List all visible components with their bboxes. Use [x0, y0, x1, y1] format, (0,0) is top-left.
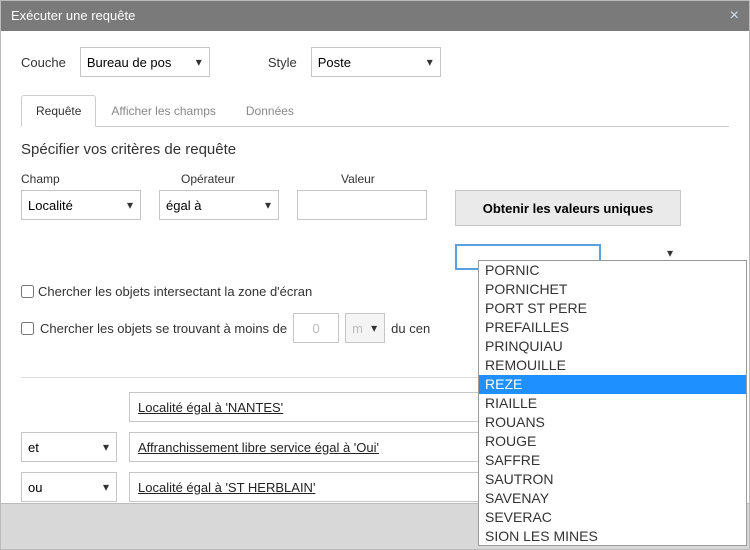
- field-row: Localité égal à Obtenir les valeurs uniq…: [21, 190, 729, 270]
- listbox-item[interactable]: SAVENAY: [479, 489, 746, 508]
- dialog-title: Exécuter une requête: [11, 1, 135, 31]
- tab-fields[interactable]: Afficher les champs: [96, 95, 231, 127]
- value-input[interactable]: [297, 190, 427, 220]
- listbox-item[interactable]: PORT ST PERE: [479, 299, 746, 318]
- operator-select[interactable]: égal à: [159, 190, 279, 220]
- listbox-item[interactable]: PREFAILLES: [479, 318, 746, 337]
- layer-select-wrap: Bureau de pos: [80, 47, 210, 77]
- layer-select[interactable]: Bureau de pos: [80, 47, 210, 77]
- layer-label: Couche: [21, 55, 66, 70]
- distance-label-pre: Chercher les objets se trouvant à moins …: [40, 321, 287, 336]
- field-select[interactable]: Localité: [21, 190, 141, 220]
- section-heading: Spécifier vos critères de requête: [21, 141, 729, 158]
- style-select-wrap: Poste: [311, 47, 441, 77]
- field-label: Champ: [21, 172, 141, 186]
- listbox-item[interactable]: SEVERAC: [479, 508, 746, 527]
- distance-unit-select[interactable]: m: [345, 313, 385, 343]
- dialog-window: Exécuter une requête × Couche Bureau de …: [0, 0, 750, 550]
- listbox-item[interactable]: SION LES MINES: [479, 527, 746, 546]
- tab-data[interactable]: Données: [231, 95, 309, 127]
- listbox-item[interactable]: REMOUILLE: [479, 356, 746, 375]
- listbox-item[interactable]: SAUTRON: [479, 470, 746, 489]
- distance-checkbox[interactable]: [21, 322, 34, 335]
- operator-label: Opérateur: [181, 172, 301, 186]
- criteria-operator-select[interactable]: ou: [21, 472, 117, 502]
- criteria-operator-select[interactable]: et: [21, 432, 117, 462]
- unique-values-listbox[interactable]: PORNICPORNICHETPORT ST PEREPREFAILLESPRI…: [478, 260, 747, 546]
- intersect-screen-label: Chercher les objets intersectant la zone…: [38, 284, 312, 299]
- distance-label-post: du cen: [391, 321, 430, 336]
- style-select[interactable]: Poste: [311, 47, 441, 77]
- listbox-item[interactable]: SAFFRE: [479, 451, 746, 470]
- listbox-item[interactable]: PRINQUIAU: [479, 337, 746, 356]
- listbox-item[interactable]: RIAILLE: [479, 394, 746, 413]
- style-label: Style: [268, 55, 297, 70]
- field-labels-row: Champ Opérateur Valeur: [21, 172, 729, 186]
- listbox-item[interactable]: ROUGE: [479, 432, 746, 451]
- listbox-item[interactable]: PORNICHET: [479, 280, 746, 299]
- tabs: Requête Afficher les champs Données: [21, 95, 729, 127]
- close-icon[interactable]: ×: [730, 1, 739, 31]
- intersect-screen-checkbox[interactable]: [21, 285, 34, 298]
- titlebar: Exécuter une requête ×: [1, 1, 749, 31]
- listbox-item[interactable]: REZE: [479, 375, 746, 394]
- listbox-item[interactable]: ROUANS: [479, 413, 746, 432]
- value-label: Valeur: [341, 172, 461, 186]
- top-row: Couche Bureau de pos Style Poste: [21, 47, 729, 77]
- distance-value-input[interactable]: [293, 313, 339, 343]
- tab-query[interactable]: Requête: [21, 95, 96, 127]
- get-unique-values-button[interactable]: Obtenir les valeurs uniques: [455, 190, 681, 226]
- listbox-item[interactable]: PORNIC: [479, 261, 746, 280]
